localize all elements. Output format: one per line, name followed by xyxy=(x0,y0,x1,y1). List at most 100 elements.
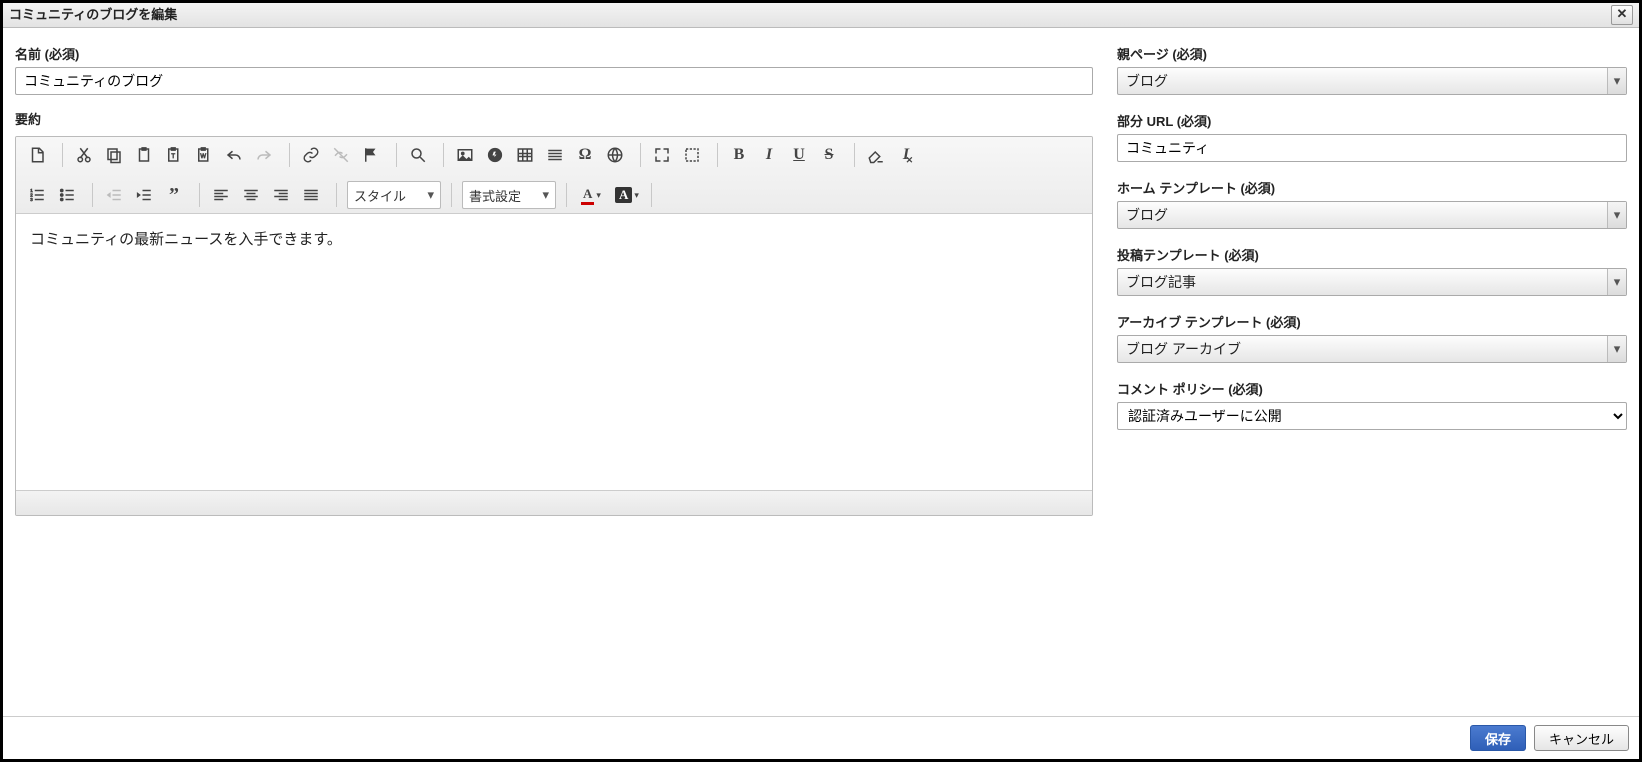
bulletedlist-icon xyxy=(58,186,76,204)
richtext-editor: T W xyxy=(15,136,1093,516)
bgcolor-button[interactable]: A ▾ xyxy=(610,181,644,209)
flag-icon xyxy=(362,146,380,164)
parent-page-label: 親ページ (必須) xyxy=(1117,44,1627,63)
image-button[interactable] xyxy=(451,141,479,169)
find-button[interactable] xyxy=(404,141,432,169)
link-icon xyxy=(302,146,320,164)
redo-icon xyxy=(255,146,273,164)
paste-text-button[interactable]: T xyxy=(160,141,188,169)
name-input[interactable] xyxy=(15,67,1093,95)
svg-text:W: W xyxy=(200,154,206,160)
svg-text:3: 3 xyxy=(30,197,33,202)
justifyright-button[interactable] xyxy=(267,181,295,209)
table-icon xyxy=(516,146,534,164)
unlink-button[interactable] xyxy=(327,141,355,169)
showblocks-icon xyxy=(683,146,701,164)
justifycenter-button[interactable] xyxy=(237,181,265,209)
paste-word-button[interactable]: W xyxy=(190,141,218,169)
left-column: 名前 (必須) 要約 xyxy=(15,38,1117,716)
close-button[interactable]: ✕ xyxy=(1611,5,1633,25)
close-icon: ✕ xyxy=(1617,6,1628,21)
showblocks-button[interactable] xyxy=(678,141,706,169)
parent-page-select[interactable]: ブログ ▾ xyxy=(1117,67,1627,95)
indent-icon xyxy=(135,186,153,204)
save-button[interactable]: 保存 xyxy=(1470,725,1526,751)
aligncenter-icon xyxy=(242,186,260,204)
separator xyxy=(717,143,718,167)
paste-button[interactable] xyxy=(130,141,158,169)
italic-button[interactable]: I xyxy=(755,141,783,169)
removeformat-button[interactable] xyxy=(862,141,890,169)
hr-button[interactable] xyxy=(541,141,569,169)
format-combo[interactable]: 書式設定 ▾ xyxy=(462,181,556,209)
separator xyxy=(443,143,444,167)
archive-template-select[interactable]: ブログ アーカイブ ▾ xyxy=(1117,335,1627,363)
parent-page-value: ブログ xyxy=(1118,71,1607,91)
separator xyxy=(640,143,641,167)
anchor-button[interactable] xyxy=(357,141,385,169)
justifyleft-button[interactable] xyxy=(207,181,235,209)
image-icon xyxy=(456,146,474,164)
textcolor-button[interactable]: A ▾ xyxy=(574,181,608,209)
indent-button[interactable] xyxy=(130,181,158,209)
eraser-icon xyxy=(867,146,885,164)
numberedlist-button[interactable]: 123 xyxy=(23,181,51,209)
textcolor-icon: A xyxy=(581,186,594,205)
chevron-down-icon: ▾ xyxy=(1607,269,1626,295)
bgcolor-icon: A xyxy=(615,187,632,203)
justifyblock-button[interactable] xyxy=(297,181,325,209)
archive-template-value: ブログ アーカイブ xyxy=(1118,339,1607,359)
cancel-button[interactable]: キャンセル xyxy=(1534,725,1629,751)
bold-button[interactable]: B xyxy=(725,141,753,169)
alignright-icon xyxy=(272,186,290,204)
editor-body[interactable]: コミュニティの最新ニュースを入手できます。 xyxy=(16,214,1092,490)
post-template-select[interactable]: ブログ記事 ▾ xyxy=(1117,268,1627,296)
blockquote-button[interactable]: ” xyxy=(160,181,188,209)
copy-button[interactable] xyxy=(100,141,128,169)
separator xyxy=(92,183,93,207)
separator xyxy=(854,143,855,167)
home-template-select[interactable]: ブログ ▾ xyxy=(1117,201,1627,229)
format-combo-label: 書式設定 xyxy=(469,186,536,205)
italic-icon: I xyxy=(766,146,772,164)
bold-icon: B xyxy=(734,146,745,164)
specialchar-button[interactable]: Ω xyxy=(571,141,599,169)
summary-label: 要約 xyxy=(15,109,1093,128)
numberedlist-icon: 123 xyxy=(28,186,46,204)
undo-icon xyxy=(225,146,243,164)
separator xyxy=(651,183,652,207)
style-combo[interactable]: スタイル ▾ xyxy=(347,181,441,209)
partial-url-label: 部分 URL (必須) xyxy=(1117,111,1627,130)
table-button[interactable] xyxy=(511,141,539,169)
copy-icon xyxy=(105,146,123,164)
partial-url-input[interactable] xyxy=(1117,134,1627,162)
chevron-down-icon: ▾ xyxy=(1607,336,1626,362)
source-button[interactable] xyxy=(23,141,51,169)
clearformat-button[interactable]: I✕ xyxy=(892,141,920,169)
strike-icon: S xyxy=(825,146,834,164)
outdent-button[interactable] xyxy=(100,181,128,209)
strike-button[interactable]: S xyxy=(815,141,843,169)
separator xyxy=(199,183,200,207)
chevron-down-icon: ▾ xyxy=(542,187,549,203)
maximize-button[interactable] xyxy=(648,141,676,169)
underline-button[interactable]: U xyxy=(785,141,813,169)
clearformat-icon: I✕ xyxy=(903,146,909,164)
redo-button[interactable] xyxy=(250,141,278,169)
post-template-label: 投稿テンプレート (必須) xyxy=(1117,245,1627,264)
bulletedlist-button[interactable] xyxy=(53,181,81,209)
outdent-icon xyxy=(105,186,123,204)
comment-policy-select[interactable]: 認証済みユーザーに公開 xyxy=(1117,402,1627,430)
flash-button[interactable] xyxy=(481,141,509,169)
style-combo-label: スタイル xyxy=(354,186,421,205)
undo-button[interactable] xyxy=(220,141,248,169)
cut-button[interactable] xyxy=(70,141,98,169)
separator xyxy=(451,183,452,207)
alignleft-icon xyxy=(212,186,230,204)
dialog-body: 名前 (必須) 要約 xyxy=(3,28,1639,716)
chevron-down-icon: ▾ xyxy=(1607,68,1626,94)
iframe-button[interactable] xyxy=(601,141,629,169)
link-button[interactable] xyxy=(297,141,325,169)
editor-statusbar xyxy=(16,490,1092,515)
quote-icon: ” xyxy=(169,184,179,207)
